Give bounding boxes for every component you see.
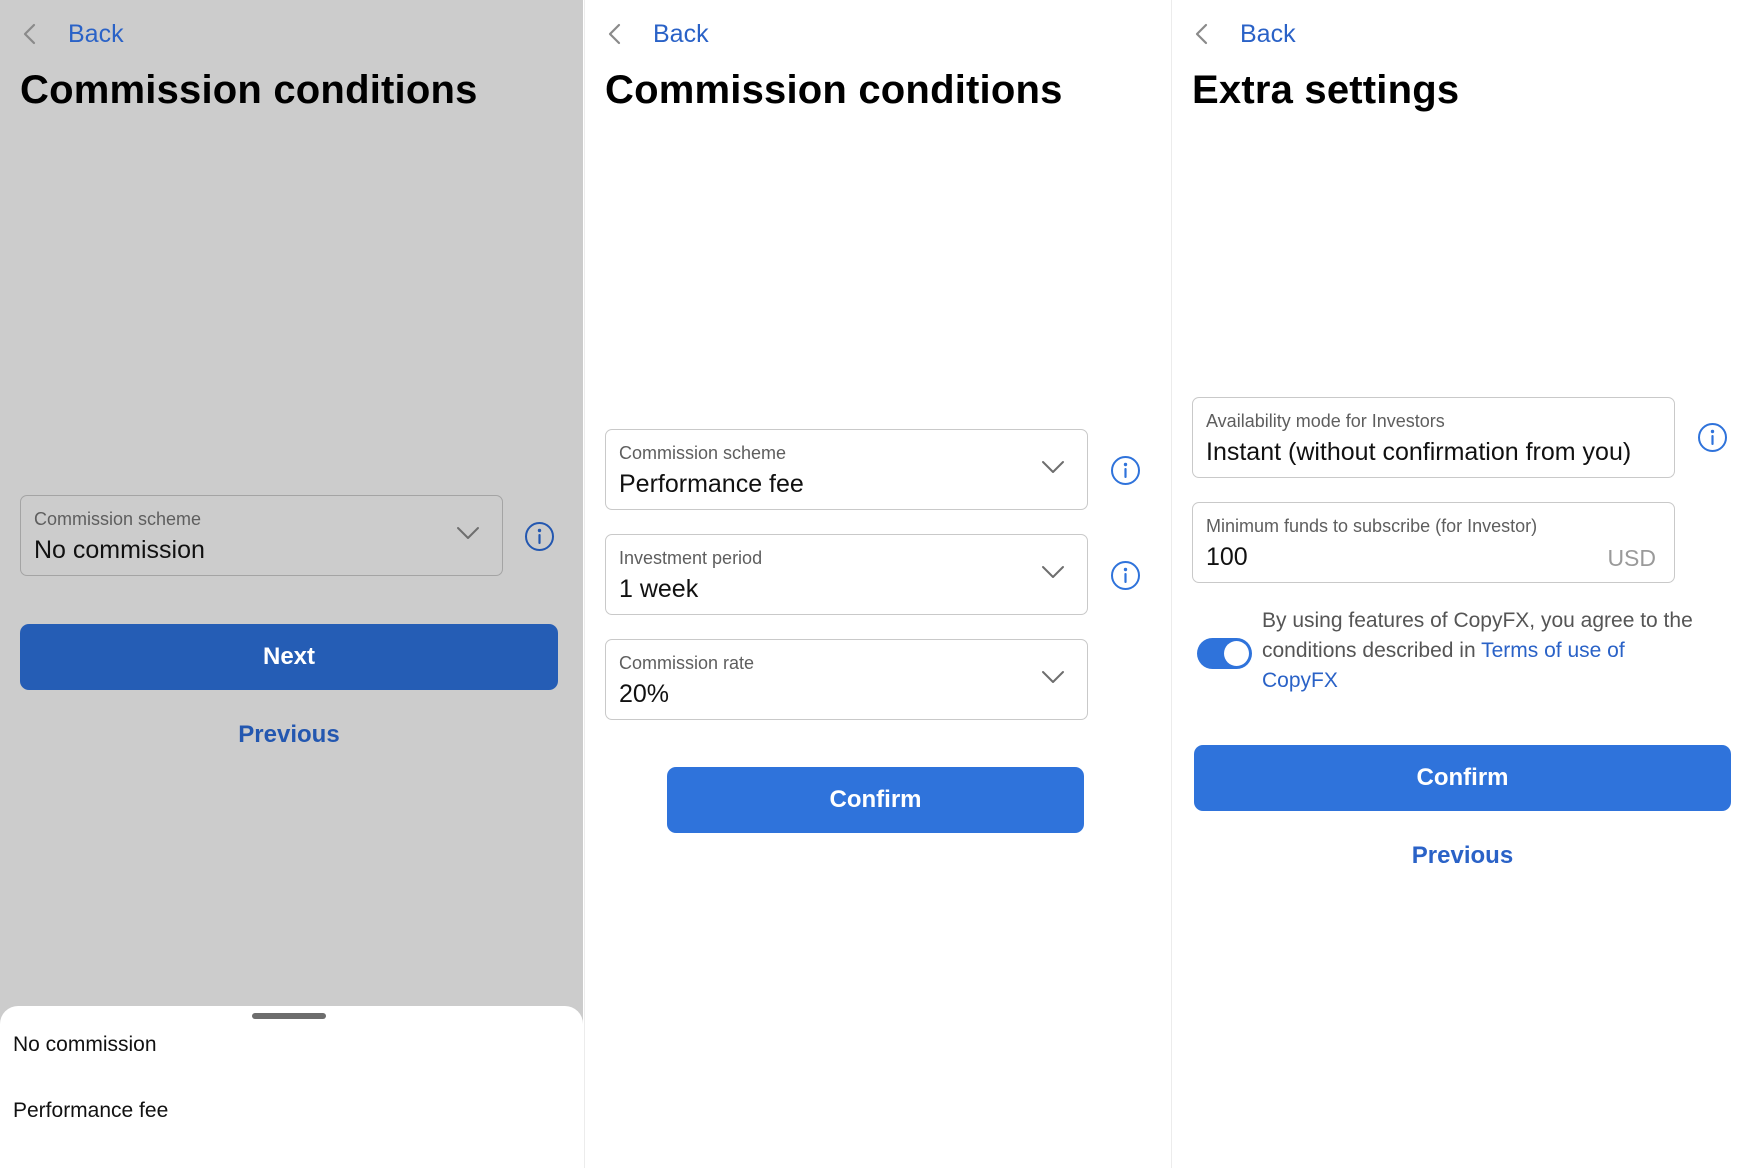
screens-stage: Back Commission conditions Commission sc… <box>0 0 1750 1168</box>
commission-scheme-select[interactable]: Commission scheme Performance fee <box>605 429 1088 510</box>
investment-period-select[interactable]: Investment period 1 week <box>605 534 1088 615</box>
terms-agreement-toggle[interactable] <box>1197 638 1252 669</box>
field-label: Commission rate <box>619 653 755 673</box>
field-value: Instant (without confirmation from you) <box>1206 438 1632 466</box>
previous-link[interactable]: Previous <box>1194 842 1731 870</box>
sheet-option-no-commission[interactable]: No commission <box>13 1033 157 1057</box>
field-label: Commission scheme <box>619 443 787 463</box>
back-button[interactable]: Back <box>20 14 124 54</box>
info-icon[interactable] <box>1697 422 1728 453</box>
back-label: Back <box>1240 19 1296 48</box>
chevron-left-icon <box>1195 23 1208 45</box>
agreement-text: By using features of CopyFX, you agree t… <box>1262 609 1693 662</box>
info-icon[interactable] <box>524 521 555 552</box>
chevron-down-icon <box>1042 566 1064 578</box>
field-value: 100 <box>1206 543 1248 571</box>
commission-scheme-select[interactable]: Commission scheme No commission <box>20 495 503 576</box>
back-label: Back <box>68 19 124 48</box>
page-title: Extra settings <box>1192 68 1460 112</box>
previous-link[interactable]: Previous <box>20 721 558 749</box>
field-label: Investment period <box>619 548 763 568</box>
back-button[interactable]: Back <box>605 14 709 54</box>
page-title: Commission conditions <box>605 68 1063 112</box>
confirm-button[interactable]: Confirm <box>667 767 1084 833</box>
field-value: 1 week <box>619 575 699 603</box>
sheet-option-performance-fee[interactable]: Performance fee <box>13 1099 168 1123</box>
currency-unit: USD <box>1607 545 1656 571</box>
extra-settings-screen: Back Extra settings Availability mode fo… <box>1171 0 1750 1168</box>
back-button[interactable]: Back <box>1192 14 1296 54</box>
commission-rate-select[interactable]: Commission rate 20% <box>605 639 1088 720</box>
field-label: Availability mode for Investors <box>1206 411 1445 431</box>
field-value: 20% <box>619 680 670 708</box>
field-label: Minimum funds to subscribe (for Investor… <box>1206 516 1538 536</box>
info-icon[interactable] <box>1110 560 1141 591</box>
field-value: No commission <box>34 536 205 564</box>
minimum-funds-input[interactable]: Minimum funds to subscribe (for Investor… <box>1192 502 1675 583</box>
chevron-down-icon <box>457 527 479 539</box>
terms-agreement-text: By using features of CopyFX, you agree t… <box>1262 606 1702 696</box>
chevron-left-icon <box>608 23 621 45</box>
next-button[interactable]: Next <box>20 624 558 690</box>
chevron-down-icon <box>1042 671 1064 683</box>
back-label: Back <box>653 19 709 48</box>
bottom-sheet: No commission Performance fee <box>0 1006 583 1168</box>
toggle-knob <box>1224 641 1249 666</box>
commission-conditions-sheet-screen: Back Commission conditions Commission sc… <box>0 0 583 1168</box>
availability-mode-select[interactable]: Availability mode for Investors Instant … <box>1192 397 1675 478</box>
sheet-drag-handle[interactable] <box>252 1013 326 1019</box>
page-title: Commission conditions <box>20 68 478 112</box>
chevron-left-icon <box>23 23 36 45</box>
commission-conditions-screen: Back Commission conditions Commission sc… <box>584 0 1170 1168</box>
field-value: Performance fee <box>619 470 804 498</box>
field-label: Commission scheme <box>34 509 202 529</box>
confirm-button[interactable]: Confirm <box>1194 745 1731 811</box>
info-icon[interactable] <box>1110 455 1141 486</box>
chevron-down-icon <box>1042 461 1064 473</box>
